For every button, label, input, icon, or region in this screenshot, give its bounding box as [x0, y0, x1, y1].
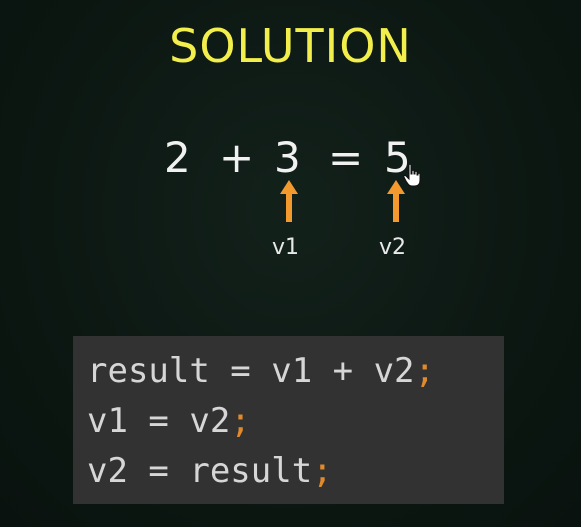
equation-equals-sign: =: [328, 133, 364, 182]
code-line-1: result = v1 + v2;: [87, 346, 504, 396]
arrow-up-icon-v1: [280, 180, 298, 222]
hand-cursor-icon: [403, 164, 421, 187]
variable-label-v2: v2: [379, 235, 407, 260]
equation-operand-a: 2: [164, 133, 191, 182]
code-line-text: v1 = v2: [87, 401, 231, 441]
slide-title: SOLUTION: [169, 19, 412, 73]
code-line-terminator: ;: [230, 401, 251, 441]
code-line-terminator: ;: [312, 451, 333, 491]
code-line-text: v2 = result: [87, 451, 313, 491]
code-block: result = v1 + v2; v1 = v2; v2 = result;: [73, 336, 504, 504]
code-line-2: v1 = v2;: [87, 396, 504, 446]
equation-operand-b: 3: [274, 133, 301, 182]
equation-plus-sign: +: [219, 133, 255, 182]
code-line-terminator: ;: [414, 351, 435, 391]
code-line-text: result = v1 + v2: [87, 351, 415, 391]
variable-label-v1: v1: [272, 235, 300, 260]
code-line-3: v2 = result;: [87, 446, 504, 496]
